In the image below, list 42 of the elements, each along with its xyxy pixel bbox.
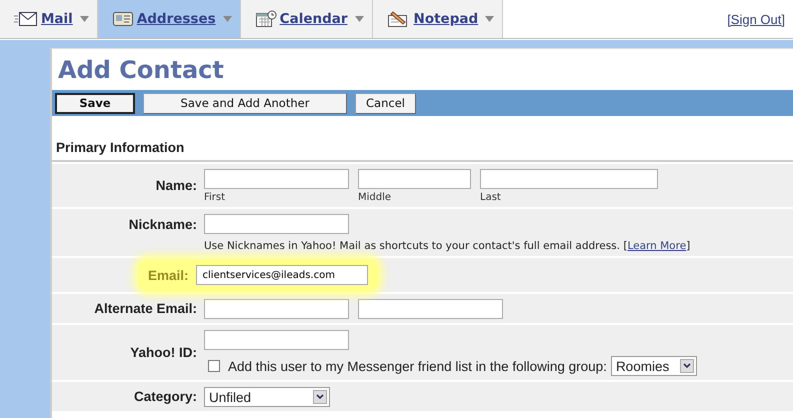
field-sublabel: Middle xyxy=(358,192,392,203)
nav-tab[interactable]: Notepad xyxy=(372,0,504,38)
form-button[interactable]: Save and Add Another xyxy=(143,92,347,114)
checkbox-label: Add this user to my Messenger friend list in the following group: xyxy=(228,358,607,374)
caret-icon[interactable] xyxy=(222,16,232,22)
field-label: Yahoo! ID: xyxy=(130,345,197,360)
page-title: Add Contact xyxy=(57,55,225,85)
section-title: Primary Information xyxy=(56,140,184,155)
field-label: Nickname: xyxy=(128,217,197,232)
text-field[interactable] xyxy=(204,330,349,350)
text-field[interactable] xyxy=(204,299,349,319)
envelope-icon xyxy=(14,11,38,27)
text-field[interactable] xyxy=(358,169,471,189)
nav-tab[interactable]: Calendar xyxy=(240,0,373,38)
chevron-down-icon xyxy=(682,363,691,369)
field-label: Name: xyxy=(156,178,197,193)
checkbox[interactable] xyxy=(208,360,220,372)
field-sublabel: Last xyxy=(480,192,502,203)
text-field[interactable]: clientservices@ileads.com xyxy=(196,265,368,285)
text-field[interactable] xyxy=(204,169,349,189)
field-label: Alternate Email: xyxy=(94,301,197,316)
category-dropdown[interactable]: Unfiled xyxy=(204,387,330,407)
learn-more-link[interactable]: Learn More xyxy=(627,240,686,252)
field-sublabel: First xyxy=(204,192,226,203)
field-label: Category: xyxy=(134,389,197,404)
text-field[interactable] xyxy=(204,214,349,234)
field-label: Email: xyxy=(148,268,189,282)
text-field[interactable] xyxy=(358,299,503,319)
calendar-icon xyxy=(254,10,277,28)
save-button[interactable]: Save xyxy=(55,92,135,114)
caret-icon[interactable] xyxy=(485,16,494,22)
address-card-icon xyxy=(112,10,134,28)
caret-icon[interactable] xyxy=(80,16,89,22)
sign-out-link[interactable]: [Sign Out] xyxy=(727,12,785,26)
chevron-down-icon xyxy=(316,394,324,400)
form-button[interactable]: Cancel xyxy=(355,92,416,114)
nav-tab[interactable]: Mail xyxy=(0,0,98,38)
caret-icon[interactable] xyxy=(354,16,364,22)
hint-text: Use Nicknames in Yahoo! Mail as shortcuts to your contact's full email address. [Learn More] xyxy=(204,240,692,252)
group-dropdown[interactable]: Roomies xyxy=(610,356,697,376)
nav-tab[interactable]: Addresses xyxy=(98,0,241,38)
text-field[interactable] xyxy=(480,169,658,189)
